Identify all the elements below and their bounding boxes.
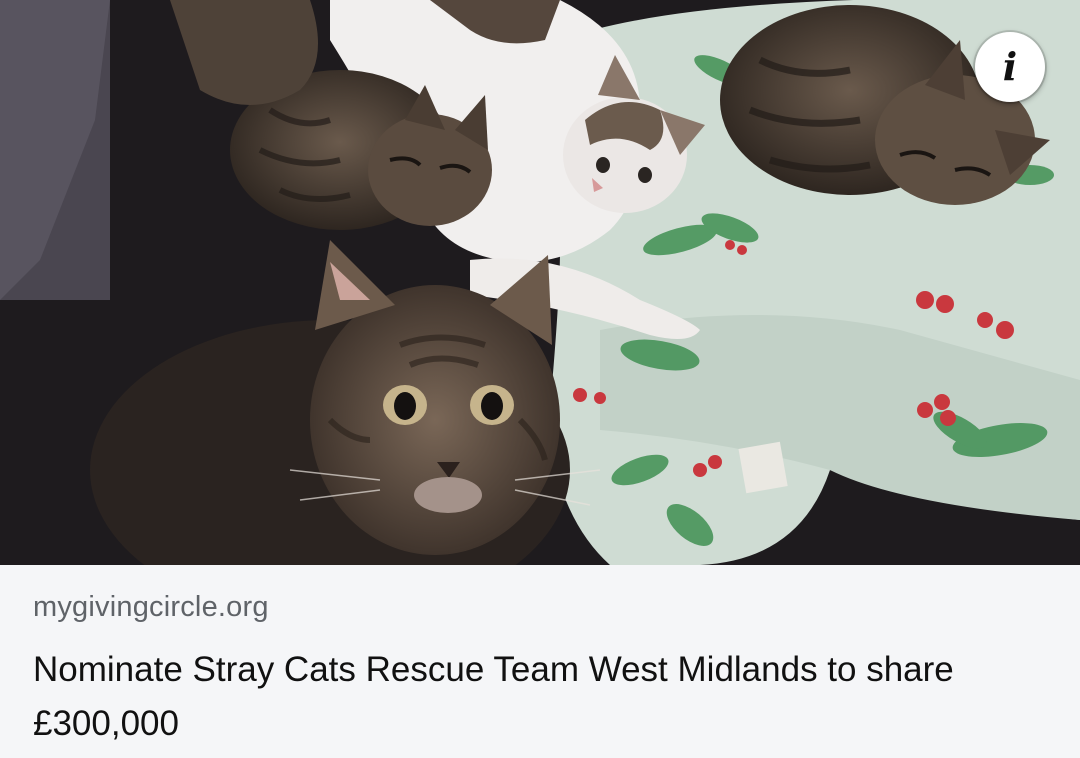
ad-card[interactable]: i mygivingcircle.org Nominate Stray Cats… bbox=[0, 0, 1080, 758]
kittens-photo bbox=[0, 0, 1080, 565]
ad-image[interactable]: i bbox=[0, 0, 1080, 565]
ad-domain[interactable]: mygivingcircle.org bbox=[33, 591, 269, 624]
ad-caption[interactable]: mygivingcircle.org Nominate Stray Cats R… bbox=[0, 565, 1080, 758]
ad-info-button[interactable]: i bbox=[975, 32, 1045, 102]
info-icon: i bbox=[1002, 44, 1018, 89]
ad-headline[interactable]: Nominate Stray Cats Rescue Team West Mid… bbox=[33, 643, 1033, 751]
